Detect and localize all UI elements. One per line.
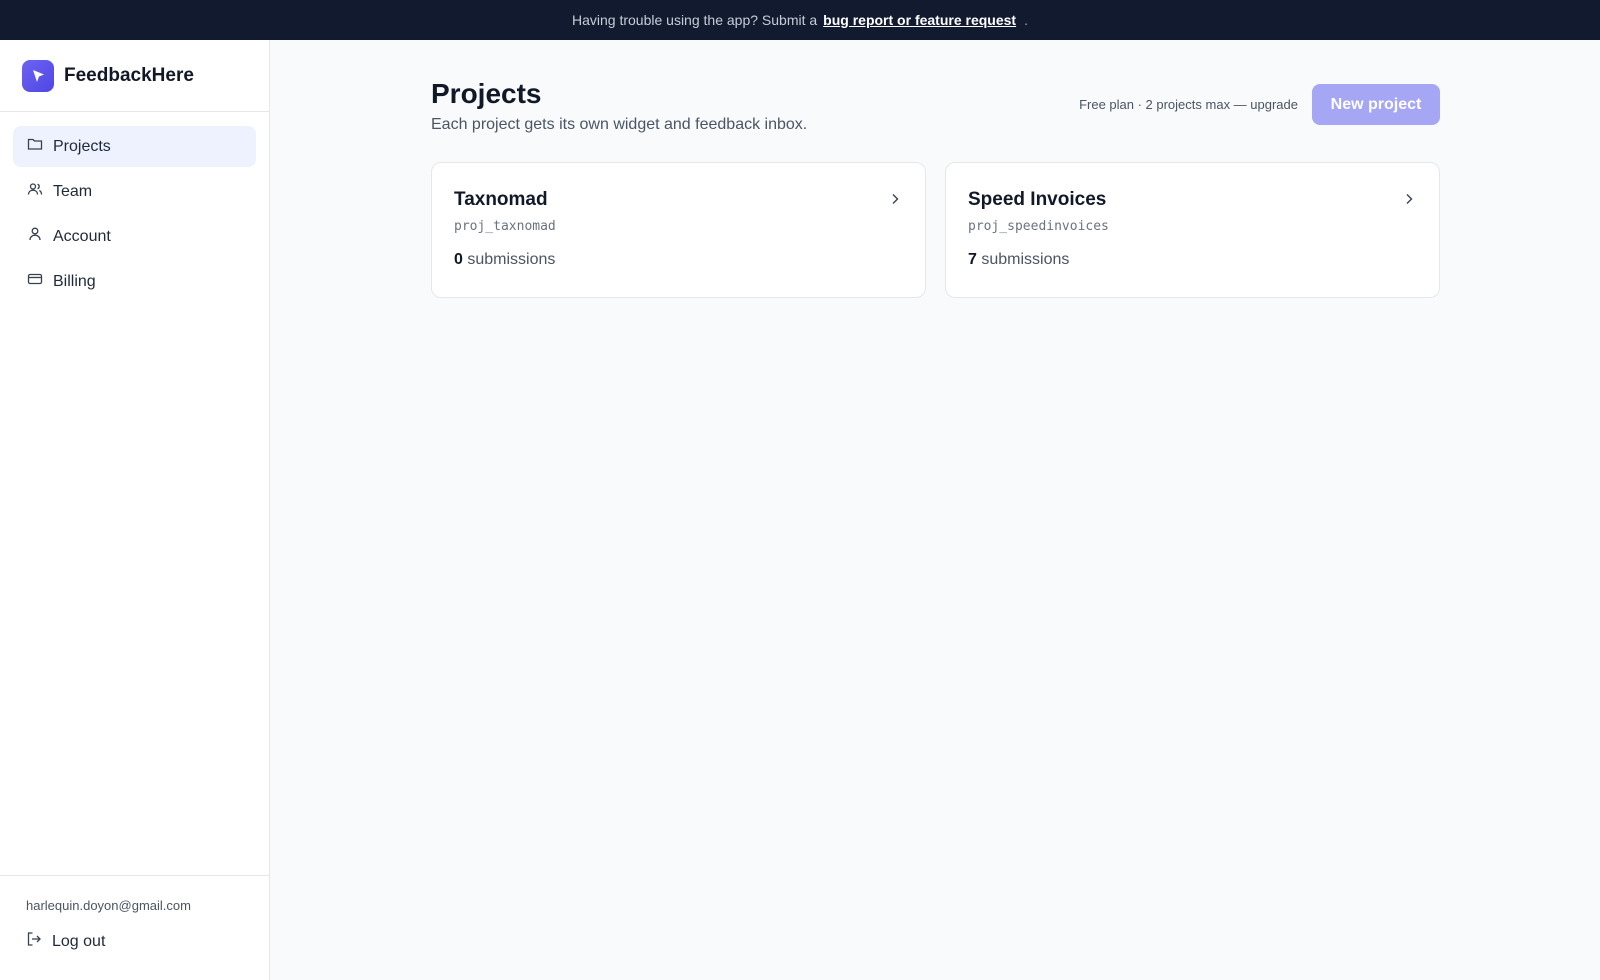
sidebar-item-account[interactable]: Account bbox=[13, 216, 256, 257]
logout-icon bbox=[26, 931, 42, 952]
project-id: proj_speedinvoices bbox=[968, 219, 1109, 234]
submission-count-label: submissions bbox=[467, 251, 556, 268]
folder-icon bbox=[27, 136, 43, 157]
banner-text: Having trouble using the app? Submit a bbox=[572, 12, 818, 28]
logo-cursor-icon bbox=[22, 59, 54, 92]
project-name: Speed Invoices bbox=[968, 189, 1107, 210]
submission-count-value: 7 bbox=[968, 251, 977, 268]
sidebar-item-billing[interactable]: Billing bbox=[13, 261, 256, 302]
sidebar-item-label: Account bbox=[53, 227, 111, 245]
plan-info: Free plan · 2 projects max — upgrade bbox=[1079, 97, 1298, 112]
header-actions: Free plan · 2 projects max — upgrade New… bbox=[1079, 84, 1440, 125]
submission-count: 0 submissions bbox=[454, 251, 903, 269]
credit-card-icon bbox=[27, 271, 43, 292]
logout-label: Log out bbox=[52, 932, 106, 950]
page-header: Projects Each project gets its own widge… bbox=[431, 78, 1440, 138]
user-icon bbox=[27, 226, 43, 247]
project-card-speed-invoices[interactable]: Speed Invoices proj_speedinvoices 7 subm… bbox=[945, 162, 1440, 298]
sidebar: FeedbackHere Projects Team Account Billi… bbox=[0, 40, 270, 980]
sidebar-footer: harlequin.doyon@gmail.com Log out bbox=[0, 875, 269, 980]
sidebar-nav: Projects Team Account Billing bbox=[0, 112, 269, 316]
chevron-right-icon bbox=[887, 191, 903, 212]
project-list: Taxnomad proj_taxnomad 0 submissions Spe… bbox=[431, 162, 1440, 298]
new-project-button[interactable]: New project bbox=[1312, 84, 1440, 125]
project-id: proj_taxnomad bbox=[454, 219, 556, 234]
chevron-right-icon bbox=[1401, 191, 1417, 212]
submission-count: 7 submissions bbox=[968, 251, 1417, 269]
brand[interactable]: FeedbackHere bbox=[0, 40, 269, 112]
submission-count-value: 0 bbox=[454, 251, 463, 268]
sidebar-item-label: Team bbox=[53, 182, 93, 200]
sidebar-item-label: Projects bbox=[53, 137, 111, 155]
project-card-taxnomad[interactable]: Taxnomad proj_taxnomad 0 submissions bbox=[431, 162, 926, 298]
submission-count-label: submissions bbox=[981, 251, 1070, 268]
user-email: harlequin.doyon@gmail.com bbox=[26, 898, 191, 913]
sidebar-item-team[interactable]: Team bbox=[13, 171, 256, 212]
users-icon bbox=[27, 181, 43, 202]
top-banner: Having trouble using the app? Submit a b… bbox=[0, 0, 1600, 40]
bug-report-link[interactable]: bug report or feature request bbox=[823, 12, 1016, 28]
logout-button[interactable]: Log out bbox=[26, 931, 243, 952]
banner-suffix: . bbox=[1024, 12, 1028, 28]
sidebar-item-label: Billing bbox=[53, 272, 96, 290]
main-content: Projects Each project gets its own widge… bbox=[270, 40, 1600, 980]
sidebar-item-projects[interactable]: Projects bbox=[13, 126, 256, 167]
brand-name: FeedbackHere bbox=[64, 64, 194, 86]
project-name: Taxnomad bbox=[454, 189, 548, 210]
